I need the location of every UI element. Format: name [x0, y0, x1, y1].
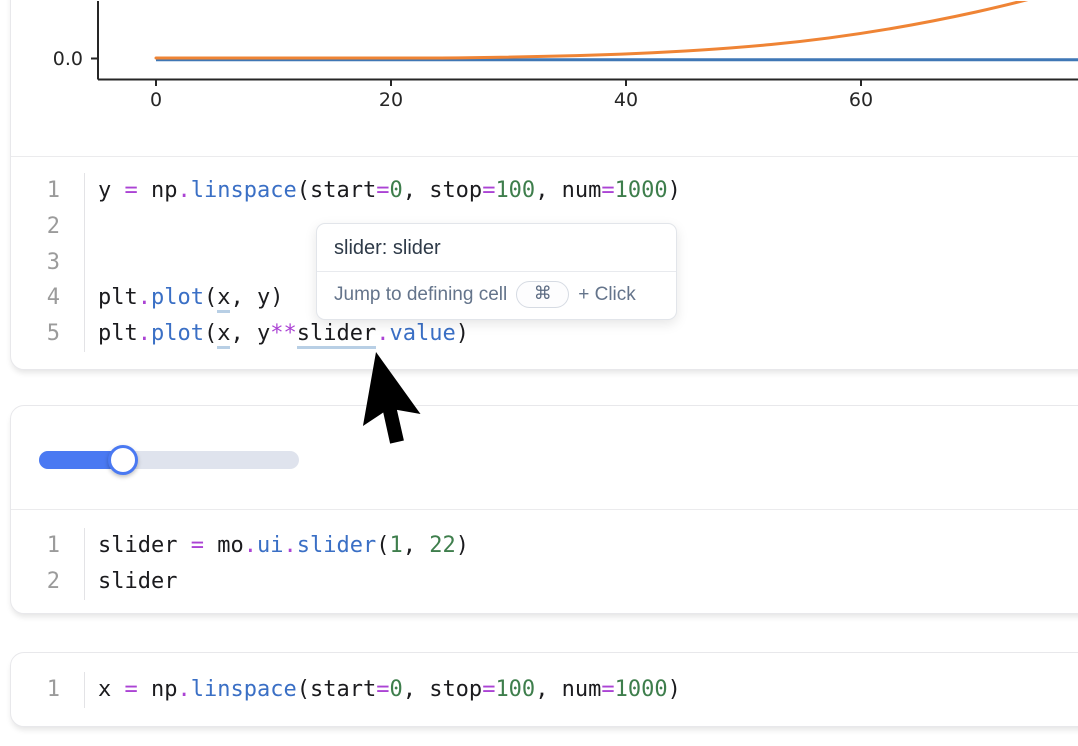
line-number: 1 [11, 528, 85, 564]
code-text[interactable]: plt.plot(x, y**slider.value) [85, 316, 469, 352]
code-text[interactable]: slider = mo.ui.slider(1, 22) [85, 528, 469, 564]
variable-tooltip: slider: slider Jump to defining cell ⌘ +… [316, 223, 677, 320]
slider-track[interactable] [39, 451, 299, 469]
line-number: 1 [11, 672, 85, 708]
x-tick-label: 20 [379, 89, 403, 111]
code-editor[interactable]: 1x = np.linspace(start=0, stop=100, num=… [11, 653, 1078, 726]
line-number: 1 [11, 173, 85, 209]
code-text[interactable]: x = np.linspace(start=0, stop=100, num=1… [85, 672, 681, 708]
line-number: 2 [11, 209, 85, 245]
line-number: 5 [11, 316, 85, 352]
command-key-badge: ⌘ [516, 281, 569, 308]
y-tick-label: 0.0 [53, 48, 83, 70]
code-line[interactable]: 5plt.plot(x, y**slider.value) [11, 316, 1078, 352]
notebook-cell-slider: 1slider = mo.ui.slider(1, 22)2slider [10, 405, 1078, 614]
series-line-orange [156, 1, 1065, 58]
line-number: 2 [11, 564, 85, 600]
code-line[interactable]: 1x = np.linspace(start=0, stop=100, num=… [11, 672, 1078, 708]
matplotlib-figure: 0.0 0 20 40 60 [11, 1, 1078, 157]
code-text[interactable]: plt.plot(x, y) [85, 280, 283, 316]
x-tick-label: 60 [849, 89, 873, 111]
slider-handle[interactable] [108, 445, 138, 475]
code-line[interactable]: 2slider [11, 564, 1078, 600]
line-number: 3 [11, 245, 85, 281]
line-number: 4 [11, 280, 85, 316]
tooltip-action-label[interactable]: Jump to defining cell [334, 284, 507, 306]
code-text[interactable]: slider [85, 564, 177, 600]
code-line[interactable]: 1y = np.linspace(start=0, stop=100, num=… [11, 173, 1078, 209]
x-tick-label: 0 [150, 89, 162, 111]
x-tick-label: 40 [614, 89, 638, 111]
notebook-cell-x: 1x = np.linspace(start=0, stop=100, num=… [10, 652, 1078, 727]
code-line[interactable]: 1slider = mo.ui.slider(1, 22) [11, 528, 1078, 564]
code-editor[interactable]: 1slider = mo.ui.slider(1, 22)2slider [11, 509, 1078, 613]
slider-output [11, 406, 1078, 509]
tooltip-title: slider: slider [317, 224, 676, 271]
tooltip-click-hint: + Click [578, 284, 636, 306]
code-text[interactable]: y = np.linspace(start=0, stop=100, num=1… [85, 173, 681, 209]
